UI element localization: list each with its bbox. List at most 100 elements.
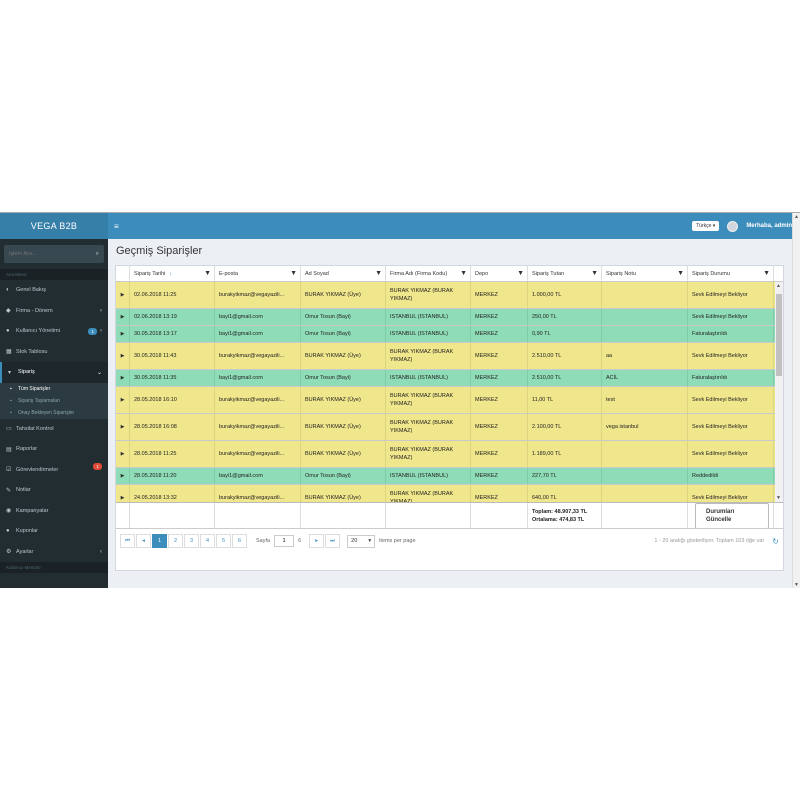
search-input[interactable] [9,251,96,257]
page-button-2[interactable]: 2 [168,534,183,548]
first-page-icon[interactable]: ⏮ [120,534,135,548]
language-select[interactable]: Türkçe ▾ [692,221,720,231]
scroll-down-icon[interactable]: ▼ [794,582,799,588]
column-header-siparis-durumu[interactable]: Sipariş Durumu ▼ [688,266,774,281]
expand-row-icon[interactable]: ▶ [116,343,130,369]
expand-row-icon[interactable]: ▶ [116,387,130,413]
filter-icon[interactable]: ▼ [591,270,598,277]
filter-icon[interactable]: ▼ [204,270,211,277]
cell-date: 30.05.2018 11:35 [130,370,215,386]
column-header-siparis-notu[interactable]: Sipariş Notu ▼ [602,266,688,281]
table-row[interactable]: ▶ 28.05.2018 16:08 burakyikmaz@vegayazili.… [116,414,783,441]
sidebar-search: ⌕ [4,245,104,263]
grid-scrollbar[interactable]: ▲ ▼ [775,282,783,502]
column-header-ad-soyad[interactable]: Ad Soyad ▼ [301,266,386,281]
expand-row-icon[interactable]: ▶ [116,309,130,325]
column-header-depo[interactable]: Depo ▼ [471,266,528,281]
column-header-siparis-tarihi[interactable]: Sipariş Tarihi ↓ ▼ [130,266,215,281]
expand-row-icon[interactable]: ▶ [116,414,130,440]
refresh-icon[interactable]: ↻ [772,537,779,546]
column-header-eposta[interactable]: E-posta ▼ [215,266,301,281]
expand-row-icon[interactable]: ▶ [116,485,130,502]
page-button-1[interactable]: 1 [152,534,167,548]
expand-row-icon[interactable]: ▶ [116,441,130,467]
filter-icon[interactable]: ▼ [763,270,770,277]
submenu-item-siparis-taslamalari[interactable]: ▪ Sipariş Taşlamaları [0,395,108,407]
table-row[interactable]: ▶ 02.06.2018 13:19 bayi1@gmail.com Omur Tos… [116,309,783,326]
page-button-3[interactable]: 3 [184,534,199,548]
cell-depot: MERKEZ [471,326,528,342]
table-row[interactable]: ▶ 28.05.2018 11:25 burakyikmaz@vegayazili.… [116,441,783,468]
eye-icon: ◉ [6,508,12,515]
prev-page-icon[interactable]: ◂ [136,534,151,548]
filter-icon[interactable]: ▼ [375,270,382,277]
sidebar-item-ayarlar[interactable]: ⚙ Ayarlar ‹ [0,542,108,563]
cell-amount: 11,00 TL [528,387,602,413]
sidebar-item-tahsilat-kontrol[interactable]: ▭ Tahsilat Kontrol [0,419,108,440]
submenu-item-tum-siparisler[interactable]: ▪ Tüm Siparişler [0,383,108,395]
update-status-button[interactable]: Durumları Güncelle [695,503,769,528]
cell-email: burakyikmaz@vegayazili... [215,387,301,413]
scroll-up-icon[interactable]: ▲ [794,214,799,220]
sidebar-item-gorevlendirmeler[interactable]: ☑ Görevlendirmeler 1 [0,460,108,481]
sidebar-item-notlar[interactable]: ✎ Notlar [0,480,108,501]
cell-note [602,282,688,308]
cell-status: Sevk Edilmeyi Bekliyor [688,387,774,413]
table-row[interactable]: ▶ 24.05.2018 13:32 burakyikmaz@vegayazili.… [116,485,783,502]
column-header-firma-adi[interactable]: Firma Adı (Firma Kodu) ▼ [386,266,471,281]
scroll-down-icon[interactable]: ▼ [776,495,781,501]
table-row[interactable]: ▶ 28.05.2018 11:20 bayi1@gmail.com Omur Tos… [116,468,783,485]
user-icon: ▪ [10,397,12,404]
column-header-siparis-tutari[interactable]: Sipariş Tutarı ▼ [528,266,602,281]
cell-name: BURAK YIKMAZ (Üye) [301,485,386,502]
expand-row-icon[interactable]: ▶ [116,326,130,342]
sidebar-item-firma-donem[interactable]: ◆ Firma - Dönem ‹ [0,301,108,322]
brand-logo[interactable]: VEGA B2B [0,213,108,239]
page-number-input[interactable] [274,535,295,547]
top-header: ≡ Türkçe ▾ Merhaba, admin! [108,213,800,239]
cell-date: 30.05.2018 13:17 [130,326,215,342]
page-button-4[interactable]: 4 [200,534,215,548]
cell-status: Sevk Edilmeyi Bekliyor [688,485,774,502]
expand-row-icon[interactable]: ▶ [116,282,130,308]
expand-row-icon[interactable]: ▶ [116,468,130,484]
scroll-up-icon[interactable]: ▲ [776,283,781,289]
orders-grid-panel: Sipariş Tarihi ↓ ▼ E-posta ▼ Ad Soyad ▼ F… [115,265,784,571]
sidebar-item-kampanyalar[interactable]: ◉ Kampanyalar [0,501,108,522]
submenu-item-onay-bekleyen[interactable]: ▪ Onay Bekleyen Siparişler [0,407,108,419]
sidebar-item-kuponlar[interactable]: ● Kuponlar [0,521,108,542]
filter-icon[interactable]: ▼ [517,270,524,277]
page-total: 6 [298,538,302,544]
caret-down-icon: ▾ [368,538,372,544]
sidebar-item-raporlar[interactable]: ▤ Raporlar [0,439,108,460]
table-row[interactable]: ▶ 30.05.2018 13:17 bayi1@gmail.com Omur Tos… [116,326,783,343]
filter-icon[interactable]: ▼ [677,270,684,277]
cell-firm: ISTANBUL (ISTANBUL) [386,370,471,386]
page-button-6[interactable]: 6 [232,534,247,548]
next-page-icon[interactable]: ▸ [309,534,325,548]
table-row[interactable]: ▶ 28.05.2018 16:10 burakyikmaz@vegayazili.… [116,387,783,414]
user-greeting[interactable]: Merhaba, admin! [746,223,794,229]
scroll-thumb[interactable] [776,294,782,376]
last-page-icon[interactable]: ⏭ [325,534,341,548]
table-row[interactable]: ▶ 30.05.2018 11:35 bayi1@gmail.com Omur Tos… [116,370,783,387]
page-button-5[interactable]: 5 [216,534,231,548]
expand-row-icon[interactable]: ▶ [116,370,130,386]
window-scrollbar[interactable]: ▲ ▼ [792,213,800,588]
sidebar-item-genel-bakis[interactable]: ◐ Genel Bakış [0,280,108,301]
sidebar-item-kullanici-yonetimi[interactable]: ● Kullanıcı Yönetimi 1 ‹ [0,321,108,342]
filter-icon[interactable]: ▼ [290,270,297,277]
menu-toggle-icon[interactable]: ≡ [114,222,119,231]
table-row[interactable]: ▶ 02.06.2018 11:25 burakyikmaz@vegayazili.… [116,282,783,309]
filter-icon[interactable]: ▼ [460,270,467,277]
avatar[interactable] [727,220,739,232]
sidebar-item-stok-tablosu[interactable]: ▦ Stok Tablosu [0,342,108,363]
footer-spacer [386,503,471,528]
footer-spacer [116,503,130,528]
page-size-select[interactable]: 20 ▾ [347,534,376,548]
search-icon[interactable]: ⌕ [96,251,99,258]
sidebar-item-siparis[interactable]: ▾ Sipariş ⌄ [0,362,108,383]
sort-arrow-icon[interactable]: ↓ [169,271,172,277]
cell-firm: BURAK YIKMAZ (BURAK YIKMAZ) [386,414,471,440]
table-row[interactable]: ▶ 30.05.2018 11:43 burakyikmaz@vegayazili.… [116,343,783,370]
